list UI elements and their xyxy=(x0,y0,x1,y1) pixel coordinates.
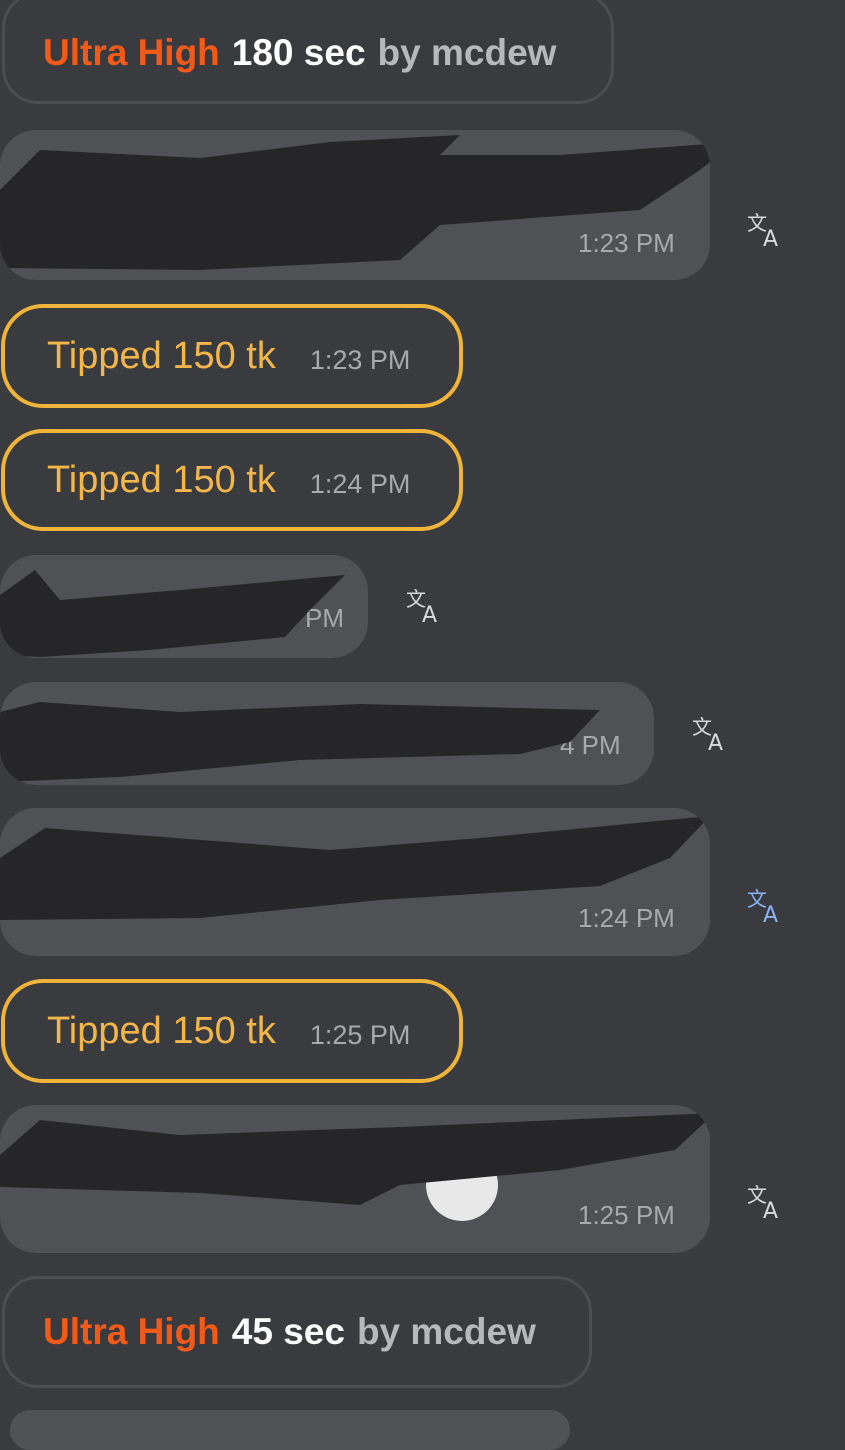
translate-icon[interactable]: 文 A xyxy=(690,712,734,756)
tip-time: 1:23 PM xyxy=(309,344,411,375)
tip-message: Tipped 150 tk 1:25 PM xyxy=(1,979,463,1083)
system-message: Ultra High 45 sec by mcdew xyxy=(2,1276,592,1388)
redaction-scribble xyxy=(0,702,600,782)
chat-message[interactable]: PM xyxy=(0,555,368,658)
tip-label: Tipped 150 tk xyxy=(47,1009,276,1052)
translate-icon[interactable]: 文 A xyxy=(745,1180,789,1224)
chat-message[interactable]: 1:23 PM xyxy=(0,130,710,280)
chat-message[interactable]: 1:24 PM xyxy=(0,808,710,956)
tip-label: Tipped 150 tk xyxy=(47,334,276,377)
svg-text:A: A xyxy=(422,603,437,628)
message-time: 1:25 PM xyxy=(578,1200,675,1230)
system-message: Ultra High 180 sec by mcdew xyxy=(2,0,614,104)
svg-text:A: A xyxy=(708,731,723,756)
chat-message-partial[interactable] xyxy=(10,1410,570,1450)
translate-icon-active[interactable]: 文 A xyxy=(745,884,789,928)
svg-text:A: A xyxy=(763,1199,778,1224)
tip-time: 1:24 PM xyxy=(309,468,411,499)
redaction-scribble xyxy=(0,570,345,657)
duration: 180 sec xyxy=(231,32,366,73)
tip-message: Tipped 150 tk 1:24 PM xyxy=(1,429,463,531)
tip-message: Tipped 150 tk 1:23 PM xyxy=(1,304,463,408)
author: by mcdew xyxy=(356,1311,536,1352)
quality-level: Ultra High xyxy=(43,1311,220,1352)
tip-time: 1:25 PM xyxy=(309,1019,411,1050)
duration: 45 sec xyxy=(231,1311,345,1352)
message-time: 1:23 PM xyxy=(578,228,675,258)
svg-text:A: A xyxy=(763,903,778,928)
chat-message[interactable]: 4 PM xyxy=(0,682,654,785)
chat-message[interactable]: 1:25 PM xyxy=(0,1105,710,1253)
message-time: 1:24 PM xyxy=(578,903,675,933)
author: by mcdew xyxy=(377,32,557,73)
quality-level: Ultra High xyxy=(43,32,220,73)
translate-icon[interactable]: 文 A xyxy=(745,208,789,252)
translate-icon[interactable]: 文 A xyxy=(404,584,448,628)
svg-text:A: A xyxy=(763,227,778,252)
tip-label: Tipped 150 tk xyxy=(47,458,276,501)
